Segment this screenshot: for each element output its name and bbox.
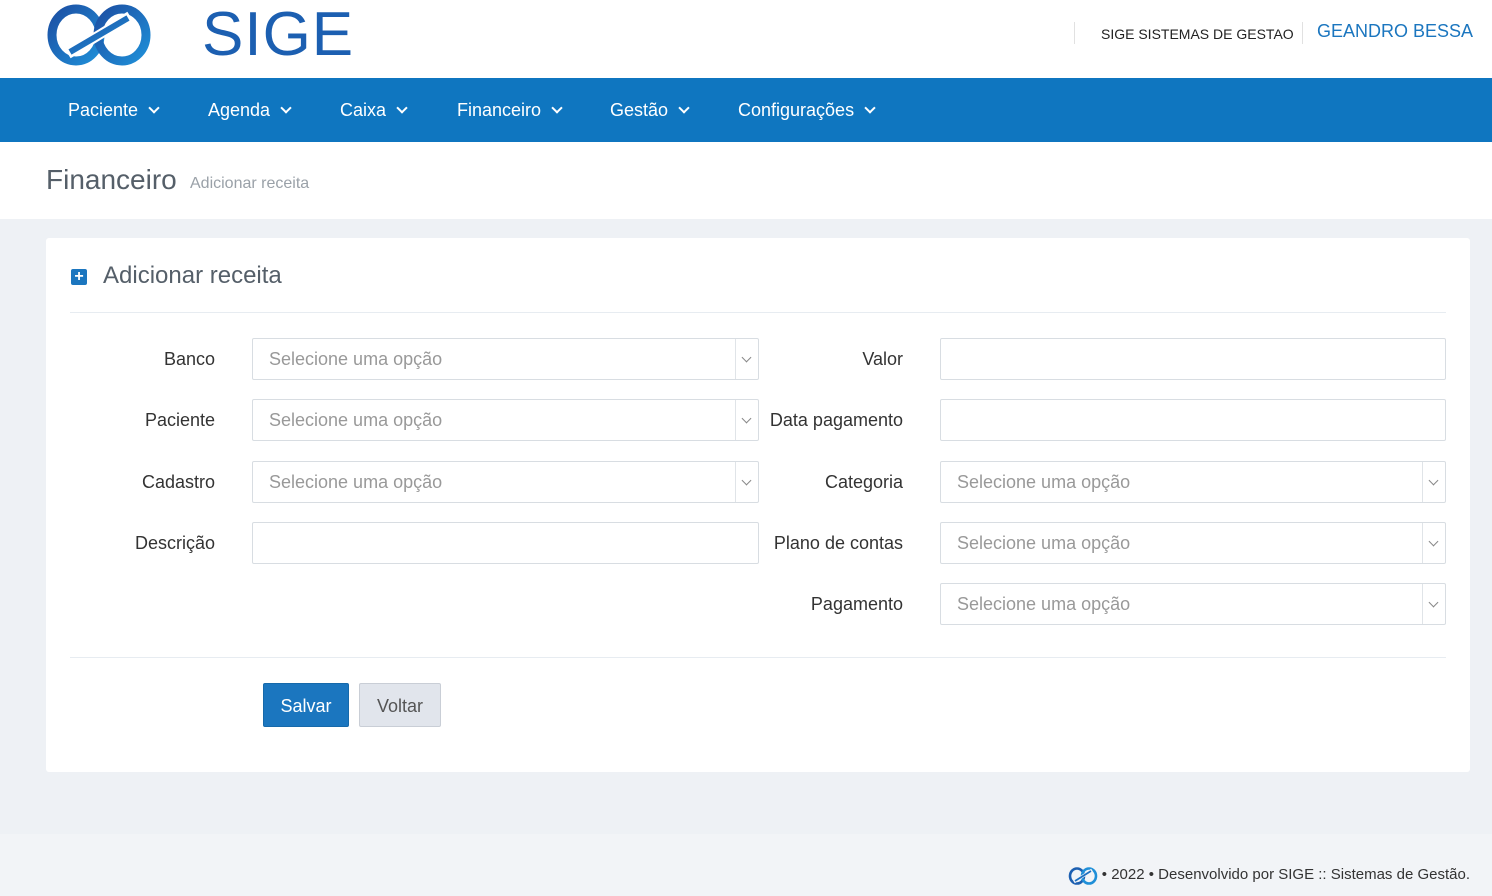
divider [70,657,1446,658]
banco-select[interactable]: Selecione uma opção [252,338,759,380]
chevron-down-icon [1422,523,1445,563]
banco-select-placeholder: Selecione uma opção [269,349,443,369]
chevron-down-icon [1422,462,1445,502]
categoria-label: Categoria [824,472,903,492]
chevron-down-icon [735,339,758,379]
nav-item-agenda[interactable]: Agenda [208,78,292,142]
company-name: SIGE SISTEMAS DE GESTAO [1101,26,1294,42]
nav-item-label: Gestão [610,100,669,120]
valor-label: Valor [862,349,903,369]
pagamento-label: Pagamento [810,594,903,614]
nav-item-label: Agenda [208,100,271,120]
divider [70,312,1446,313]
paciente-label: Paciente [144,410,215,430]
page-subtitle: Adicionar receita [190,175,310,192]
nav-item-paciente[interactable]: Paciente [68,78,160,142]
back-button[interactable]: Voltar [359,683,441,727]
top-header: SIGE SIGE SISTEMAS DE GESTAO GEANDRO BES… [0,0,1492,78]
sige-logo-icon [47,4,151,66]
header-divider [1302,22,1303,44]
user-menu[interactable]: GEANDRO BESSA [1317,21,1473,42]
nav-item-caixa[interactable]: Caixa [340,78,408,142]
paciente-select[interactable]: Selecione uma opção [252,399,759,441]
cadastro-select[interactable]: Selecione uma opção [252,461,759,503]
chevron-down-icon [551,102,563,114]
plano-de-contas-select[interactable]: Selecione uma opção [940,522,1446,564]
sige-logo-icon [1068,867,1098,885]
plano-de-contas-label: Plano de contas [773,533,903,553]
chevron-down-icon [396,102,408,114]
valor-input[interactable] [940,338,1446,380]
footer-text: • 2022 • Desenvolvido por SIGE :: Sistem… [1101,866,1470,883]
chevron-down-icon [1422,584,1445,624]
chevron-down-icon [864,102,876,114]
nav-item-label: Caixa [340,100,387,120]
banco-label: Banco [163,349,215,369]
nav-item-financeiro[interactable]: Financeiro [457,78,563,142]
page-header: Financeiro Adicionar receita [0,142,1492,219]
chevron-down-icon [148,102,160,114]
plano-de-contas-select-placeholder: Selecione uma opção [957,533,1131,553]
pagamento-select[interactable]: Selecione uma opção [940,583,1446,625]
chevron-down-icon [735,462,758,502]
nav-item-gestao[interactable]: Gestão [610,78,690,142]
sige-logo[interactable]: SIGE [46,0,353,69]
cadastro-label: Cadastro [141,472,215,492]
chevron-down-icon [735,400,758,440]
save-button[interactable]: Salvar [263,683,349,727]
data-pagamento-input[interactable] [940,399,1446,441]
chevron-down-icon [280,102,292,114]
logo-text: SIGE [202,0,355,69]
page-title: Financeiro [46,164,177,195]
data-pagamento-label: Data pagamento [769,410,903,430]
form-card: + Adicionar receita Banco Selecione uma … [46,238,1470,772]
descricao-label: Descrição [134,533,215,553]
plus-square-icon: + [71,269,87,285]
descricao-input[interactable] [252,522,759,564]
header-divider [1074,22,1075,44]
categoria-select-placeholder: Selecione uma opção [957,472,1131,492]
chevron-down-icon [678,102,690,114]
categoria-select[interactable]: Selecione uma opção [940,461,1446,503]
main-nav: Paciente Agenda Caixa Financeiro Gestão … [0,78,1492,142]
pagamento-select-placeholder: Selecione uma opção [957,594,1131,614]
footer: • 2022 • Desenvolvido por SIGE :: Sistem… [0,834,1492,896]
paciente-select-placeholder: Selecione uma opção [269,410,443,430]
nav-item-label: Paciente [68,100,139,120]
cadastro-select-placeholder: Selecione uma opção [269,472,443,492]
form-title: Adicionar receita [103,262,282,289]
nav-item-label: Configurações [738,100,855,120]
nav-item-label: Financeiro [457,100,542,120]
nav-item-configuracoes[interactable]: Configurações [738,78,876,142]
